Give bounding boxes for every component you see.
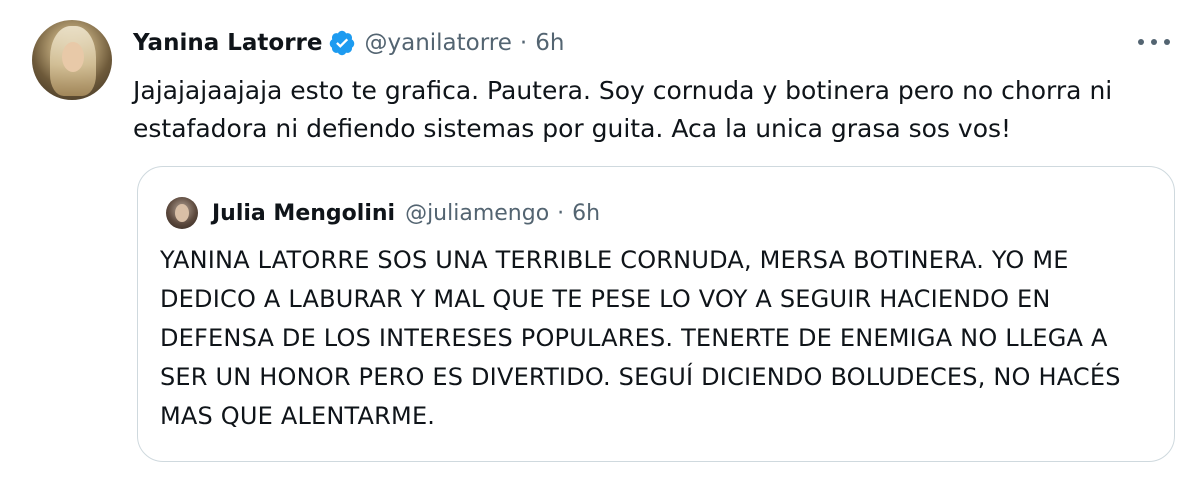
tweet[interactable]: Yanina Latorre @yanilatorre · 6h Jajajaj… <box>0 0 1200 479</box>
author-handle[interactable]: @yanilatorre <box>364 30 511 56</box>
dot-icon <box>1151 39 1157 45</box>
tweet-text: Jajajajaajaja esto te grafica. Pautera. … <box>133 76 1113 143</box>
author-avatar[interactable] <box>32 20 112 100</box>
quoted-tweet-header: Julia Mengolini @juliamengo · 6h <box>166 197 600 229</box>
quoted-tweet[interactable]: Julia Mengolini @juliamengo · 6h YANINA … <box>137 166 1175 462</box>
separator-dot: · <box>557 200 565 226</box>
author-name[interactable]: Yanina Latorre <box>133 30 322 56</box>
quoted-author-handle[interactable]: @juliamengo <box>405 201 549 226</box>
quoted-tweet-time[interactable]: 6h <box>572 201 600 226</box>
quoted-author-name[interactable]: Julia Mengolini <box>212 201 395 226</box>
quoted-author-avatar[interactable] <box>166 197 198 229</box>
avatar-face <box>62 42 84 72</box>
tweet-header: Yanina Latorre @yanilatorre · 6h <box>133 26 564 60</box>
tweet-time[interactable]: 6h <box>535 30 564 56</box>
more-options-icon[interactable] <box>1132 30 1176 54</box>
quoted-tweet-text: YANINA LATORRE SOS UNA TERRIBLE CORNUDA,… <box>160 246 1121 430</box>
dot-icon <box>1138 39 1144 45</box>
verified-icon <box>328 29 356 57</box>
dot-icon <box>1164 39 1170 45</box>
separator-dot: · <box>519 30 528 56</box>
